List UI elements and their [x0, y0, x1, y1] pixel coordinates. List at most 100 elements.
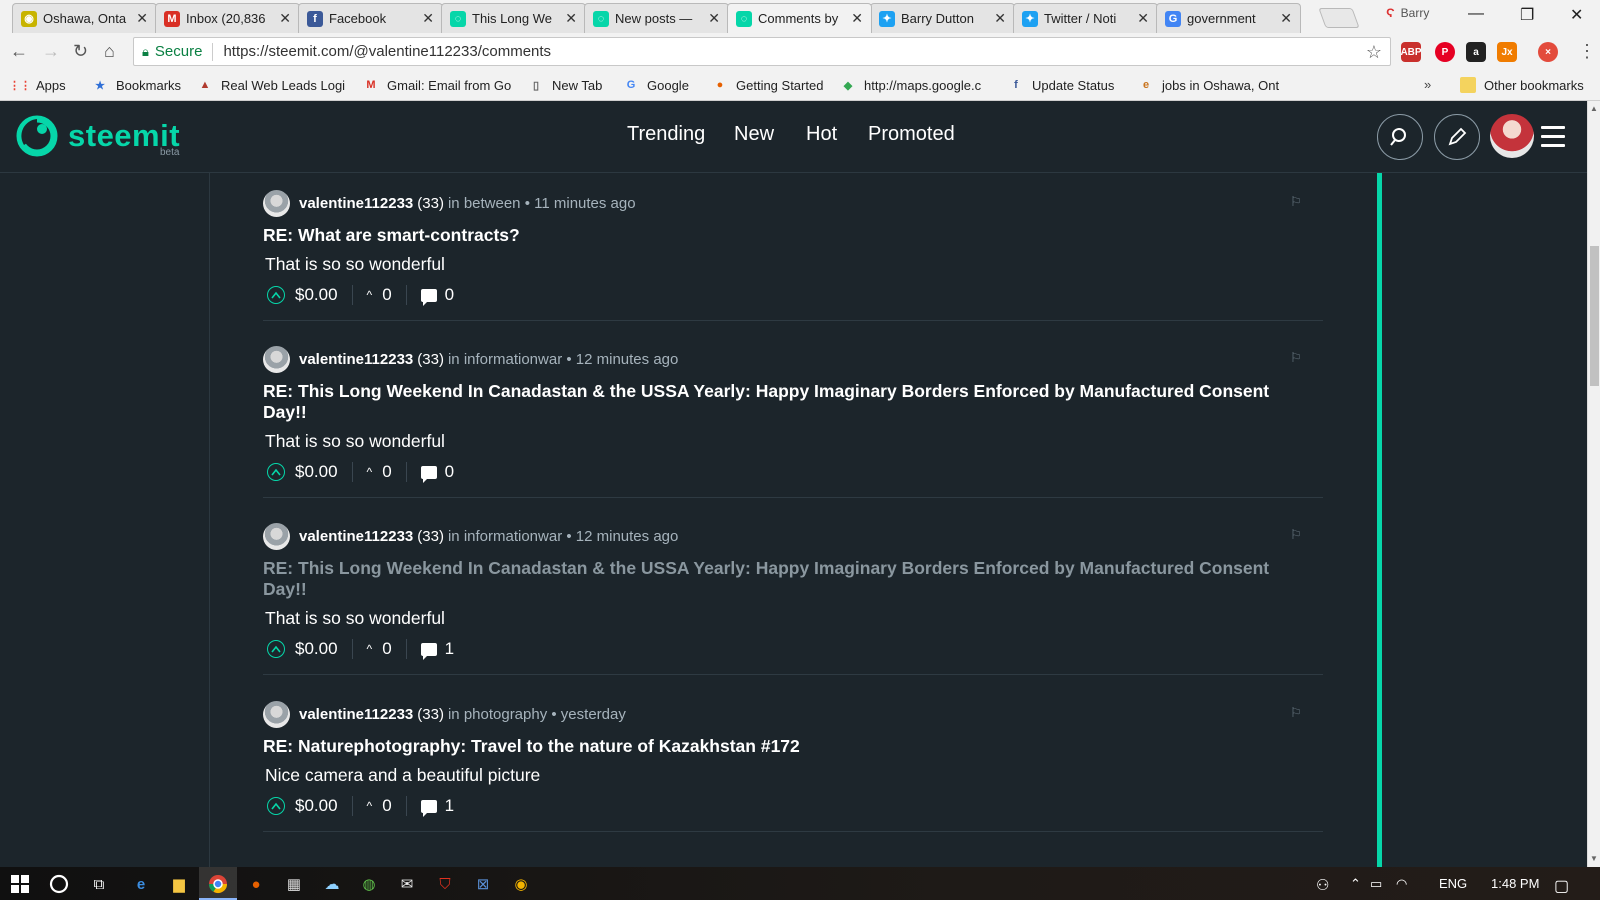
- chrome-menu-icon[interactable]: ⋮: [1578, 41, 1596, 62]
- category-link[interactable]: between: [464, 195, 521, 212]
- user-avatar[interactable]: [1490, 114, 1534, 158]
- wifi-icon[interactable]: ◠: [1396, 876, 1407, 892]
- comment-title[interactable]: RE: This Long Weekend In Canadastan & th…: [263, 381, 1303, 423]
- brave-icon[interactable]: ⛉: [434, 873, 456, 895]
- tab-close-icon[interactable]: ✕: [708, 10, 720, 27]
- language-indicator[interactable]: ENG: [1439, 876, 1467, 891]
- upvote-button[interactable]: [267, 797, 285, 815]
- nav-trending[interactable]: Trending: [627, 123, 705, 146]
- scroll-up-icon[interactable]: ▲: [1590, 104, 1598, 113]
- vote-count[interactable]: 0: [382, 462, 391, 482]
- browser-tab[interactable]: M Inbox (20,836 ✕: [155, 3, 300, 33]
- reply-count[interactable]: 0: [445, 285, 454, 305]
- comment-time[interactable]: • 12 minutes ago: [566, 351, 678, 368]
- comment-title[interactable]: RE: What are smart-contracts?: [263, 225, 1303, 246]
- nav-hot[interactable]: Hot: [806, 123, 837, 146]
- tab-close-icon[interactable]: ✕: [136, 10, 148, 27]
- category-link[interactable]: photography: [464, 706, 547, 723]
- author-name[interactable]: valentine112233: [299, 195, 413, 212]
- chrome-canary-icon[interactable]: ◉: [510, 873, 532, 895]
- other-bookmarks[interactable]: Other bookmarks: [1460, 77, 1584, 93]
- bookmark-item[interactable]: f Update Status: [1008, 77, 1114, 93]
- forward-icon[interactable]: →: [42, 41, 60, 62]
- address-bar[interactable]: 🔒︎ Secure https://steemit.com/@valentine…: [133, 37, 1391, 66]
- upvote-button[interactable]: [267, 463, 285, 481]
- bookmark-item[interactable]: ▲ Real Web Leads Logi: [197, 77, 346, 93]
- browser-tab[interactable]: ◌ Comments by ✕: [727, 3, 872, 33]
- reply-count[interactable]: 0: [445, 462, 454, 482]
- flag-icon[interactable]: ⚐: [1290, 194, 1302, 210]
- chrome-taskbar-icon[interactable]: [207, 873, 229, 895]
- comment-time[interactable]: • 12 minutes ago: [566, 528, 678, 545]
- vote-count[interactable]: 0: [382, 285, 391, 305]
- notification-icon[interactable]: ▢: [1554, 876, 1569, 896]
- globe-icon[interactable]: ◍: [358, 873, 380, 895]
- vote-count[interactable]: 0: [382, 639, 391, 659]
- author-avatar[interactable]: [263, 701, 290, 728]
- search-button[interactable]: [1377, 114, 1423, 160]
- clock[interactable]: 1:48 PM: [1491, 876, 1539, 891]
- vote-count[interactable]: 0: [382, 796, 391, 816]
- comment-title[interactable]: RE: Naturephotography: Travel to the nat…: [263, 736, 1303, 757]
- comment-time[interactable]: • 11 minutes ago: [525, 195, 636, 212]
- comment-title[interactable]: RE: This Long Weekend In Canadastan & th…: [263, 558, 1303, 600]
- tab-close-icon[interactable]: ✕: [279, 10, 291, 27]
- tab-close-icon[interactable]: ✕: [422, 10, 434, 27]
- jx-extension-icon[interactable]: Jx: [1497, 42, 1517, 62]
- browser-tab[interactable]: f Facebook ✕: [298, 3, 443, 33]
- tab-close-icon[interactable]: ✕: [565, 10, 577, 27]
- nav-promoted[interactable]: Promoted: [868, 123, 955, 146]
- flag-icon[interactable]: ⚐: [1290, 350, 1302, 366]
- people-icon[interactable]: ⚇: [1316, 876, 1329, 894]
- reload-icon[interactable]: ↻: [73, 41, 88, 62]
- page-scrollbar[interactable]: ▲ ▼: [1587, 101, 1600, 867]
- payout-value[interactable]: $0.00: [295, 639, 338, 659]
- bookmarks-overflow-chevron[interactable]: »: [1424, 77, 1431, 92]
- tab-close-icon[interactable]: ✕: [1137, 10, 1149, 27]
- bookmark-item[interactable]: G Google: [623, 77, 689, 93]
- tab-close-icon[interactable]: ✕: [851, 10, 863, 27]
- author-name[interactable]: valentine112233: [299, 706, 413, 723]
- photos-icon[interactable]: ☁: [321, 873, 343, 895]
- browser-tab[interactable]: ✦ Barry Dutton ✕: [870, 3, 1015, 33]
- firefox-taskbar-icon[interactable]: ●: [245, 873, 267, 895]
- browser-tab[interactable]: ◌ New posts — ✕: [584, 3, 729, 33]
- scroll-down-icon[interactable]: ▼: [1590, 854, 1598, 863]
- bookmark-item[interactable]: M Gmail: Email from Go: [363, 77, 511, 93]
- bookmark-item[interactable]: ◆ http://maps.google.c: [840, 77, 981, 93]
- bookmark-item[interactable]: ● Getting Started: [712, 77, 824, 93]
- upvote-button[interactable]: [267, 640, 285, 658]
- author-name[interactable]: valentine112233: [299, 351, 413, 368]
- browser-tab[interactable]: ✦ Twitter / Noti ✕: [1013, 3, 1158, 33]
- author-avatar[interactable]: [263, 346, 290, 373]
- windows-start-icon[interactable]: [9, 873, 31, 895]
- tab-close-icon[interactable]: ✕: [1280, 10, 1292, 27]
- battery-icon[interactable]: ▭: [1370, 876, 1382, 892]
- amazon-icon[interactable]: a: [1466, 42, 1486, 62]
- category-link[interactable]: informationwar: [464, 351, 562, 368]
- category-link[interactable]: informationwar: [464, 528, 562, 545]
- compose-button[interactable]: [1434, 114, 1480, 160]
- reply-count[interactable]: 1: [445, 796, 454, 816]
- hamburger-menu-icon[interactable]: [1541, 126, 1565, 153]
- restore-icon[interactable]: ❐: [1520, 5, 1534, 25]
- nav-new[interactable]: New: [734, 123, 774, 146]
- adblock-icon[interactable]: ABP: [1400, 42, 1422, 62]
- browser-tab[interactable]: Ggovernment ✕: [1156, 3, 1301, 33]
- tray-chevron-icon[interactable]: ⌃: [1350, 876, 1361, 892]
- browser-tab[interactable]: ◉ Oshawa, Onta ✕: [12, 3, 157, 33]
- app-grid-icon[interactable]: ⊠: [472, 873, 494, 895]
- flag-icon[interactable]: ⚐: [1290, 705, 1302, 721]
- bookmark-item[interactable]: ⋮⋮ Apps: [9, 77, 66, 93]
- profile-chip[interactable]: Ϛ Barry: [1386, 6, 1429, 20]
- flag-icon[interactable]: ⚐: [1290, 527, 1302, 543]
- scroll-thumb[interactable]: [1590, 246, 1599, 386]
- upvote-button[interactable]: [267, 286, 285, 304]
- extension-stop-icon[interactable]: ×: [1538, 42, 1558, 62]
- cortana-icon[interactable]: [48, 873, 70, 895]
- pinterest-icon[interactable]: P: [1435, 42, 1455, 62]
- payout-value[interactable]: $0.00: [295, 462, 338, 482]
- bookmark-item[interactable]: ▯ New Tab: [528, 77, 602, 93]
- tab-close-icon[interactable]: ✕: [994, 10, 1006, 27]
- author-name[interactable]: valentine112233: [299, 528, 413, 545]
